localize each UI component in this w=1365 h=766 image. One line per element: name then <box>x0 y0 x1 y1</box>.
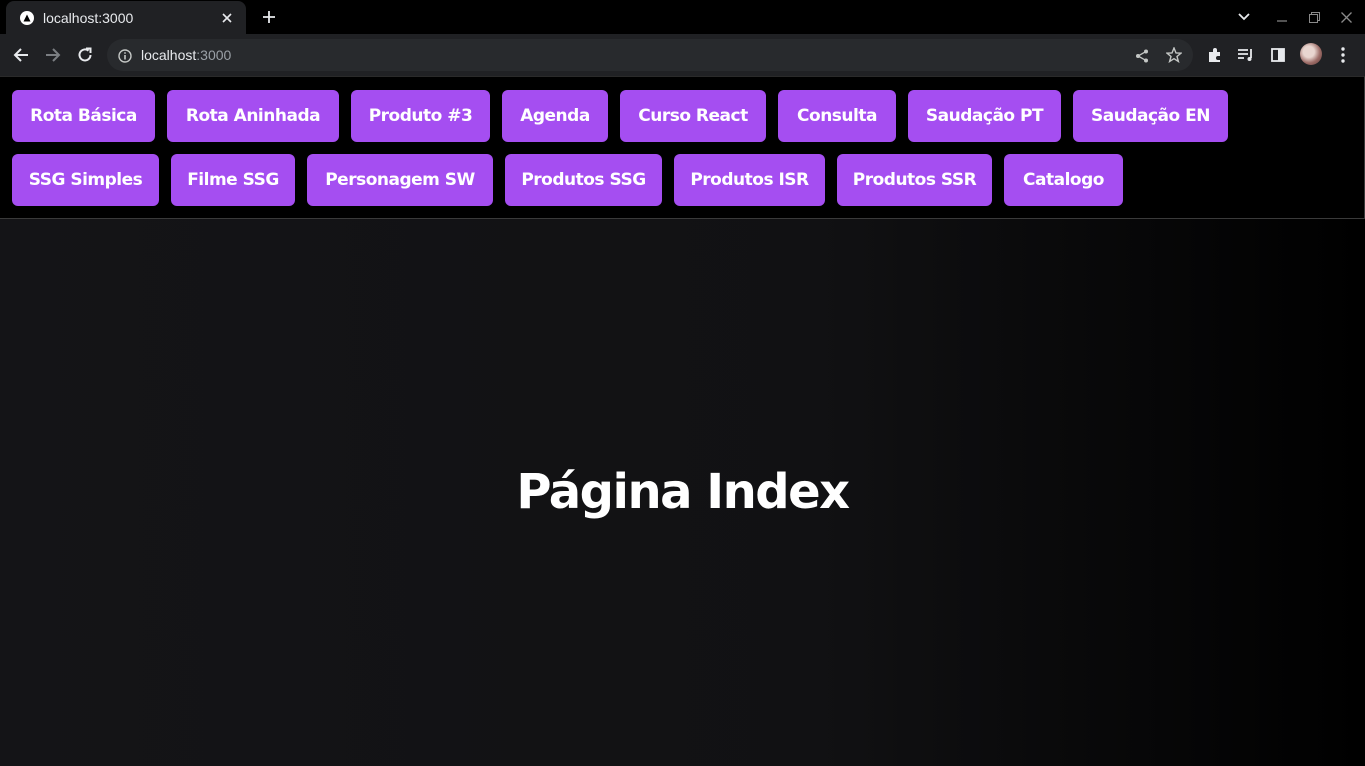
nav-button-consulta[interactable]: Consulta <box>778 90 896 142</box>
minimize-icon[interactable] <box>1271 6 1293 28</box>
media-control-icon[interactable] <box>1233 42 1259 68</box>
nextjs-favicon-icon <box>20 10 34 25</box>
browser-toolbar: localhost:3000 <box>0 34 1365 76</box>
side-panel-icon[interactable] <box>1265 42 1291 68</box>
nav-button-produto-3[interactable]: Produto #3 <box>351 90 490 142</box>
plus-icon[interactable] <box>258 6 280 28</box>
main-content: Página Index <box>0 219 1365 766</box>
url-host: localhost <box>141 47 197 63</box>
url-text[interactable]: localhost:3000 <box>141 47 231 63</box>
nav-button-rota-basica[interactable]: Rota Básica <box>12 90 155 142</box>
nav-button-curso-react[interactable]: Curso React <box>620 90 766 142</box>
address-bar[interactable]: localhost:3000 <box>107 39 1193 71</box>
nav-button-rota-aninhada[interactable]: Rota Aninhada <box>167 90 339 142</box>
info-icon[interactable] <box>118 48 132 67</box>
nav-button-produtos-isr[interactable]: Produtos ISR <box>674 154 825 206</box>
reload-icon[interactable] <box>72 42 98 68</box>
close-icon[interactable] <box>1335 6 1357 28</box>
kebab-menu-icon[interactable] <box>1330 42 1356 68</box>
tab-strip: localhost:3000 <box>0 0 1365 34</box>
tab-title: localhost:3000 <box>43 9 134 26</box>
close-icon[interactable] <box>218 9 236 27</box>
nav-button-ssg-simples[interactable]: SSG Simples <box>12 154 159 206</box>
nav-button-produtos-ssg[interactable]: Produtos SSG <box>505 154 662 206</box>
nav-button-saudacao-pt[interactable]: Saudação PT <box>908 90 1061 142</box>
nav-button-personagem-sw[interactable]: Personagem SW <box>307 154 493 206</box>
nav-button-agenda[interactable]: Agenda <box>502 90 608 142</box>
back-arrow-icon[interactable] <box>8 42 34 68</box>
nav-button-filme-ssg[interactable]: Filme SSG <box>171 154 295 206</box>
nav-button-saudacao-en[interactable]: Saudação EN <box>1073 90 1228 142</box>
puzzle-icon[interactable] <box>1202 42 1228 68</box>
restore-icon[interactable] <box>1303 6 1325 28</box>
page-title: Página Index <box>516 464 850 520</box>
browser-tab[interactable]: localhost:3000 <box>6 1 246 34</box>
nav-button-produtos-ssr[interactable]: Produtos SSR <box>837 154 992 206</box>
url-port: :3000 <box>196 47 232 63</box>
forward-arrow-icon[interactable] <box>40 42 66 68</box>
avatar[interactable] <box>1300 43 1322 65</box>
nav-bar: Rota Básica Rota Aninhada Produto #3 Age… <box>0 76 1365 219</box>
chevron-down-icon[interactable] <box>1233 6 1255 28</box>
star-icon[interactable] <box>1165 46 1183 67</box>
share-icon[interactable] <box>1135 48 1149 67</box>
nav-button-catalogo[interactable]: Catalogo <box>1004 154 1123 206</box>
